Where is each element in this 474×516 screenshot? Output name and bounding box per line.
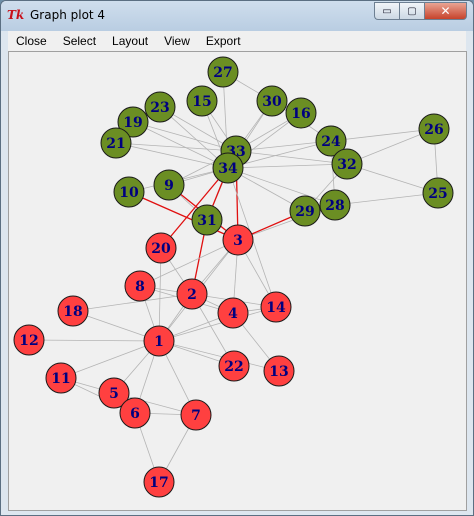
node-label: 14: [266, 300, 286, 316]
node-29[interactable]: 29: [289, 195, 321, 227]
node-25[interactable]: 25: [422, 177, 454, 209]
node-label: 9: [164, 178, 174, 194]
maximize-icon: ▢: [407, 5, 417, 17]
node-22[interactable]: 22: [218, 350, 250, 382]
maximize-button[interactable]: ▢: [399, 2, 424, 20]
node-11[interactable]: 11: [45, 362, 77, 394]
node-13[interactable]: 13: [263, 355, 295, 387]
menu-export[interactable]: Export: [198, 31, 249, 51]
edge-25-28[interactable]: [334, 192, 439, 206]
node-9[interactable]: 9: [153, 169, 185, 201]
node-6[interactable]: 6: [119, 397, 151, 429]
node-12[interactable]: 12: [13, 324, 45, 356]
node-label: 13: [269, 364, 288, 380]
node-label: 19: [123, 115, 142, 131]
menu-select[interactable]: Select: [55, 31, 104, 51]
node-32[interactable]: 32: [331, 148, 363, 180]
close-icon: ✕: [440, 4, 451, 18]
node-label: 31: [197, 213, 216, 229]
window-controls: ▭ ▢ ✕: [374, 2, 467, 21]
node-31[interactable]: 31: [191, 204, 223, 236]
node-28[interactable]: 28: [319, 189, 351, 221]
node-label: 20: [151, 241, 171, 257]
node-2[interactable]: 2: [176, 278, 208, 310]
node-label: 16: [291, 106, 310, 122]
node-14[interactable]: 14: [260, 291, 292, 323]
menu-layout[interactable]: Layout: [104, 31, 156, 51]
node-4[interactable]: 4: [217, 297, 249, 329]
node-label: 32: [337, 157, 356, 173]
node-label: 15: [192, 94, 211, 110]
title-bar[interactable]: Tk Graph plot 4 ▭ ▢ ✕: [1, 1, 473, 31]
node-label: 27: [213, 65, 232, 81]
node-label: 12: [19, 333, 38, 349]
node-18[interactable]: 18: [57, 295, 89, 327]
node-label: 10: [119, 185, 139, 201]
node-label: 18: [63, 304, 82, 320]
node-label: 26: [424, 122, 443, 138]
menu-view[interactable]: View: [156, 31, 198, 51]
node-label: 7: [191, 408, 201, 424]
node-23[interactable]: 23: [144, 91, 176, 123]
node-27[interactable]: 27: [207, 56, 239, 88]
node-label: 29: [295, 204, 314, 220]
menu-bar: Close Select Layout View Export: [8, 31, 466, 51]
node-26[interactable]: 26: [418, 113, 450, 145]
node-label: 21: [106, 136, 125, 152]
node-34[interactable]: 34: [212, 152, 244, 184]
node-label: 23: [150, 100, 169, 116]
node-21[interactable]: 21: [100, 127, 132, 159]
graph-plot[interactable]: 123456 7891011121314151617181920212223242…: [9, 52, 466, 510]
menu-close[interactable]: Close: [8, 31, 55, 51]
node-7[interactable]: 7: [180, 399, 212, 431]
node-label: 6: [130, 406, 140, 422]
node-label: 11: [51, 371, 70, 387]
node-20[interactable]: 20: [145, 232, 177, 264]
node-1[interactable]: 1: [143, 325, 175, 357]
close-window-button[interactable]: ✕: [424, 2, 467, 20]
node-label: 2: [187, 287, 197, 303]
node-label: 22: [224, 359, 243, 375]
node-label: 3: [233, 233, 243, 249]
node-label: 28: [325, 198, 344, 214]
edge-28-34[interactable]: [227, 167, 336, 206]
node-17[interactable]: 17: [143, 466, 175, 498]
minimize-button[interactable]: ▭: [374, 2, 399, 20]
graph-plot-window: Tk Graph plot 4 ▭ ▢ ✕ Close Select Layou…: [0, 0, 474, 516]
node-label: 25: [428, 186, 447, 202]
window-title: Graph plot 4: [30, 8, 106, 22]
node-8[interactable]: 8: [124, 270, 156, 302]
node-label: 1: [154, 334, 164, 350]
node-label: 5: [109, 386, 119, 402]
nodes-layer: 123456 7891011121314151617181920212223242…: [13, 56, 454, 498]
node-label: 17: [149, 475, 168, 491]
node-label: 30: [262, 94, 282, 110]
node-15[interactable]: 15: [186, 85, 218, 117]
edge-1-12[interactable]: [28, 339, 160, 342]
node-label: 34: [218, 161, 238, 177]
node-label: 8: [135, 279, 145, 295]
edges-layer: [28, 71, 439, 483]
node-label: 24: [321, 134, 341, 150]
graph-canvas[interactable]: 1 2 3 4 5 6 7 8 9 10 11 12 13 14 15 16 17 18 19 20 21 22 23 24 2…: [8, 51, 467, 511]
node-3[interactable]: 3: [222, 224, 254, 256]
tk-app-icon: Tk: [7, 8, 25, 22]
node-16[interactable]: 16: [285, 97, 317, 129]
minimize-icon: ▭: [382, 5, 392, 17]
edge-1-11[interactable]: [60, 340, 160, 379]
node-10[interactable]: 10: [113, 176, 145, 208]
edge-1-14[interactable]: [158, 306, 277, 342]
node-30[interactable]: 30: [256, 85, 288, 117]
edge-32-34[interactable]: [227, 163, 348, 169]
node-label: 4: [228, 306, 238, 322]
